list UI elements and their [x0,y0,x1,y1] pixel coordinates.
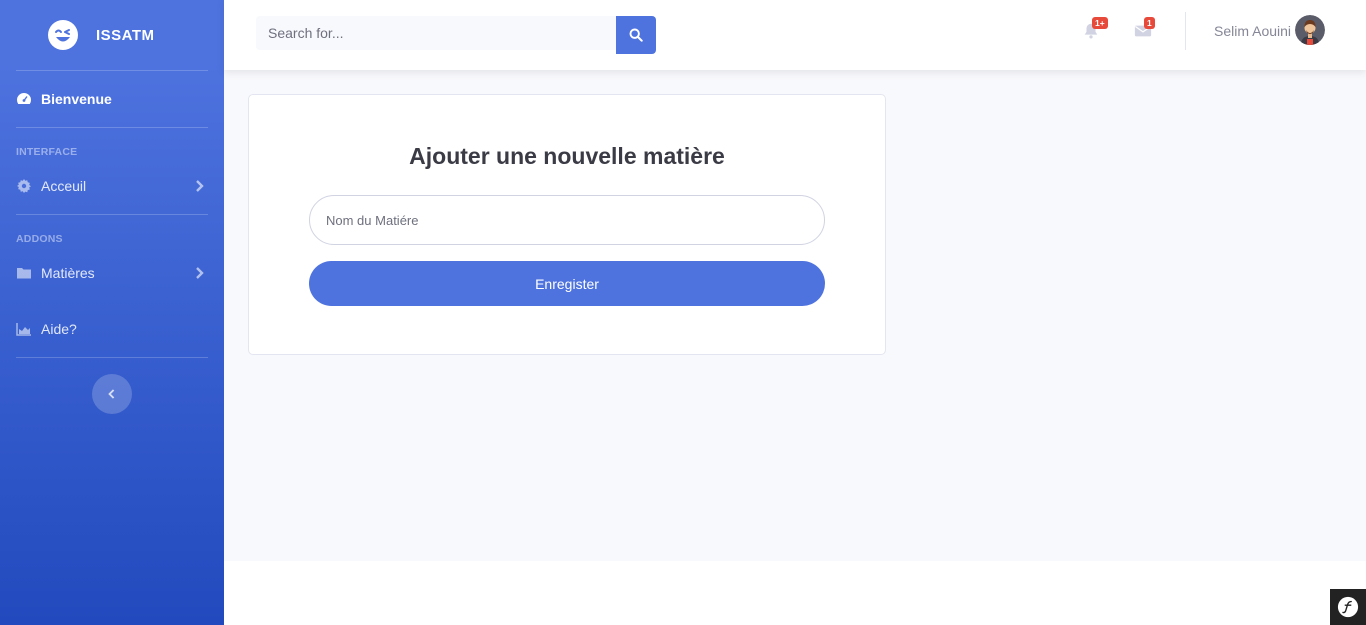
symfony-toolbar-button[interactable] [1330,589,1366,625]
avatar[interactable] [1295,15,1325,45]
messages-dropdown[interactable]: 1 [1134,17,1155,42]
sidebar-heading: ADDONS [16,233,63,245]
sidebar-item-label: Aide? [41,321,77,337]
chevron-right-icon [196,267,204,279]
sidebar-brand[interactable]: ISSATM [0,0,224,70]
sidebar-item-acceuil[interactable]: Acceuil [0,158,224,214]
add-subject-card: Ajouter une nouvelle matière Enregister [248,94,886,355]
form-title: Ajouter une nouvelle matière [409,143,725,169]
sidebar-item-label: Bienvenue [41,91,112,107]
messages-badge: 1 [1144,17,1155,29]
sidebar-item-label: Acceuil [41,178,87,194]
sidebar: ISSATM Bienvenue INTERFACE Acceuil ADDON… [0,0,224,625]
symfony-logo-icon [1337,596,1359,618]
chevron-right-icon [196,180,204,192]
sidebar-heading: INTERFACE [16,146,78,158]
user-avatar-icon [1295,15,1325,45]
chart-area-icon [16,321,32,337]
brand-name: ISSATM [96,26,155,44]
laugh-wink-icon [48,20,78,50]
sidebar-item-matieres[interactable]: Matières [0,245,224,301]
alerts-dropdown[interactable]: 1+ [1082,17,1108,42]
save-button[interactable]: Enregister [309,261,825,306]
chevron-left-icon [108,389,115,399]
search-icon [629,28,643,42]
folder-icon [16,265,32,281]
sidebar-divider [16,357,208,358]
search-button[interactable] [616,16,656,54]
sidebar-item-aide[interactable]: Aide? [0,301,224,357]
main-content: Ajouter une nouvelle matière Enregister [224,70,1366,561]
user-name[interactable]: Selim Aouini [1214,23,1291,39]
subject-name-input[interactable] [309,195,825,245]
alerts-badge: 1+ [1092,17,1108,29]
topbar: 1+ 1 Selim Aouini [224,0,1366,70]
search-bar [256,16,656,54]
gear-icon [16,178,32,194]
sidebar-toggle-button[interactable] [92,374,132,414]
topbar-divider [1185,12,1186,50]
tachometer-icon [16,91,32,107]
search-input[interactable] [256,16,616,50]
sidebar-item-label: Matières [41,265,95,281]
sidebar-item-bienvenue[interactable]: Bienvenue [0,71,224,127]
